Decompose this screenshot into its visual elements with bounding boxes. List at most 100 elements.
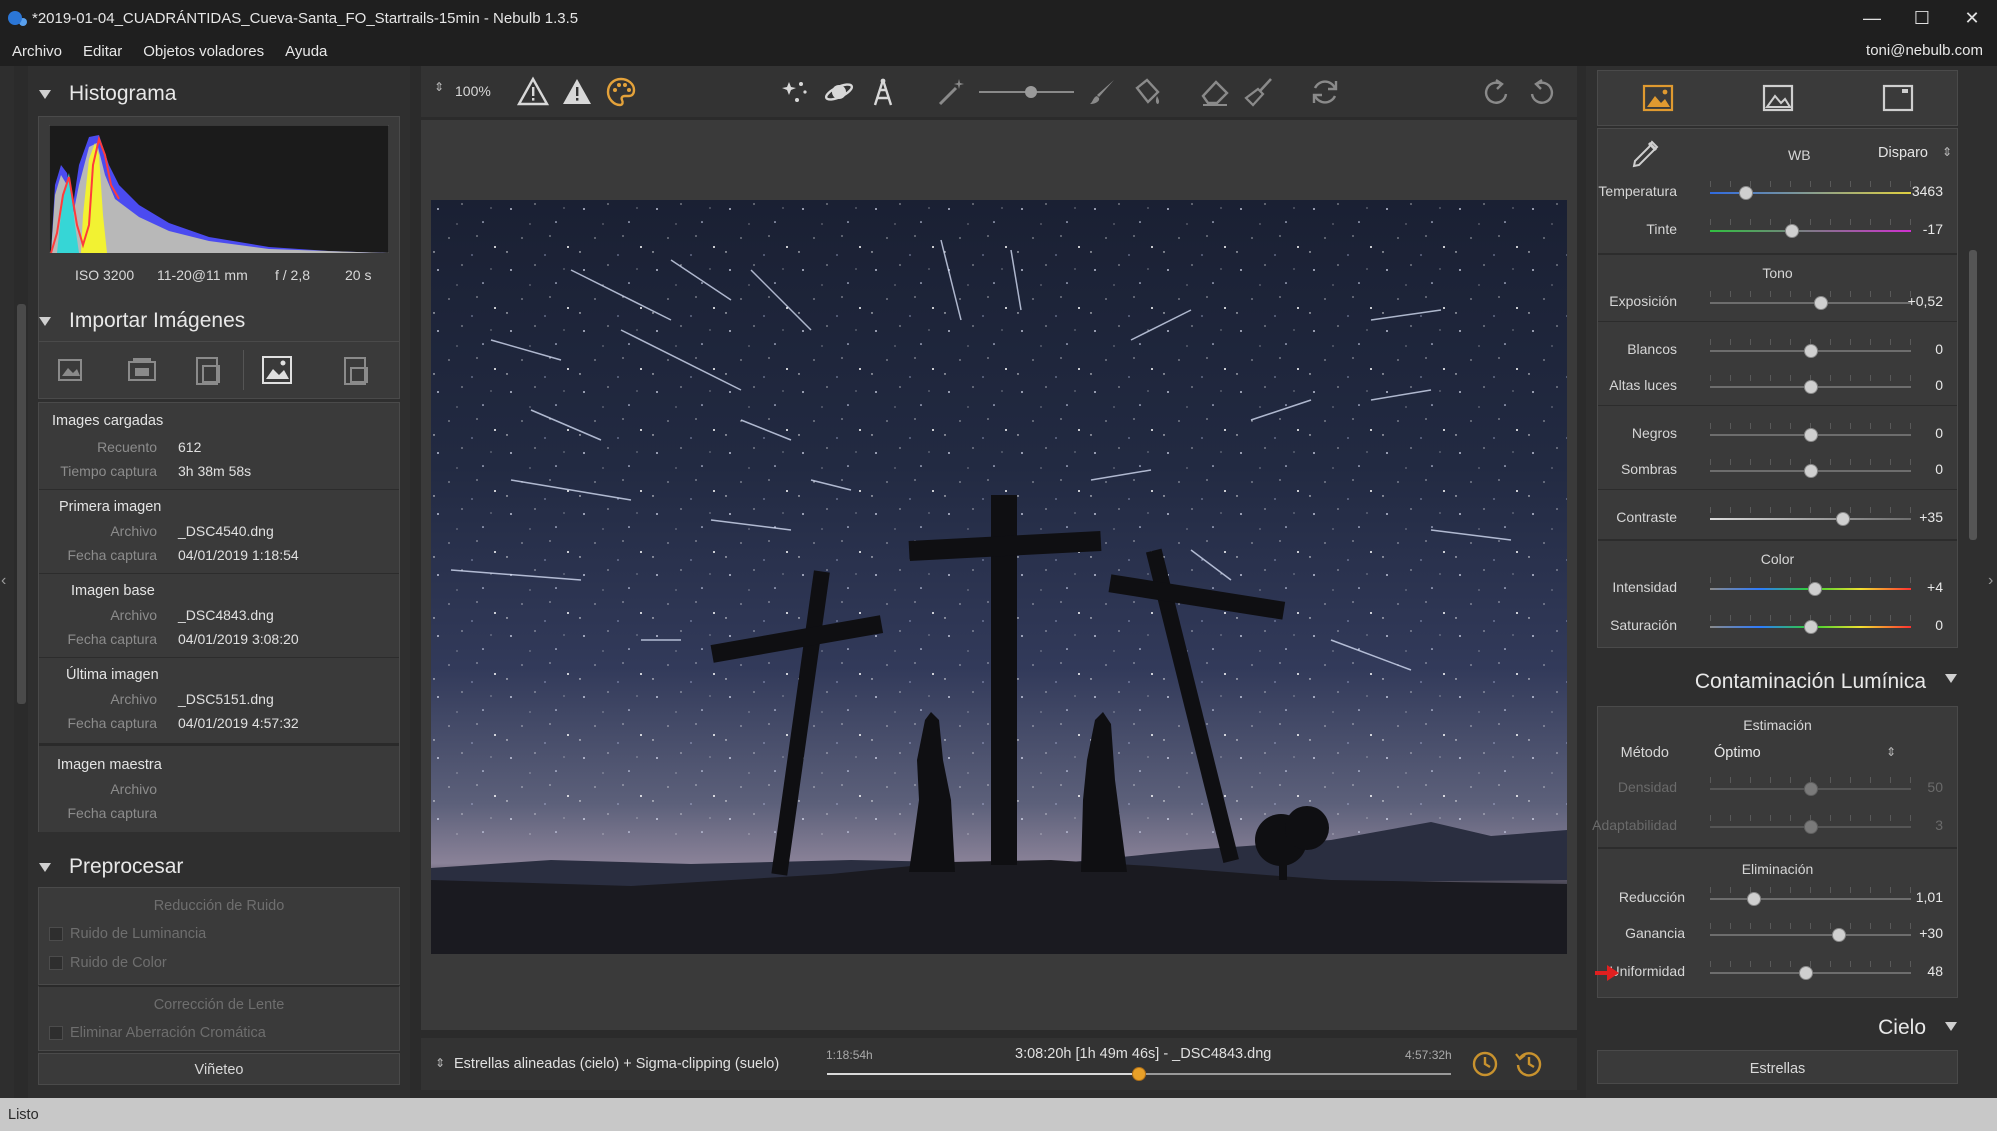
- gain-value[interactable]: +30: [1919, 925, 1943, 941]
- whites-value[interactable]: 0: [1935, 341, 1943, 357]
- wb-stepper-icon[interactable]: ⇕: [1942, 145, 1952, 159]
- saturation-value[interactable]: 0: [1935, 617, 1943, 633]
- menu-ayuda[interactable]: Ayuda: [273, 43, 336, 60]
- reduction-value[interactable]: 1,01: [1916, 889, 1943, 905]
- image-tab-icon[interactable]: [1762, 83, 1794, 113]
- develop-tab-icon[interactable]: [1642, 83, 1674, 113]
- sky-header[interactable]: Cielo: [1600, 1016, 1958, 1040]
- preprocess-header[interactable]: Preprocesar: [39, 855, 183, 879]
- checkbox-icon: [49, 1026, 63, 1041]
- uniformity-value[interactable]: 48: [1927, 963, 1943, 979]
- reduction-slider[interactable]: [1710, 898, 1911, 900]
- zoom-level[interactable]: 100%: [455, 83, 491, 99]
- blacks-knob[interactable]: [1803, 428, 1818, 442]
- import-master-icon[interactable]: [341, 356, 371, 386]
- user-account[interactable]: toni@nebulb.com: [1866, 42, 1983, 59]
- paint-bucket-icon[interactable]: [1131, 76, 1163, 108]
- reduction-knob[interactable]: [1747, 892, 1762, 906]
- right-scrollbar[interactable]: [1969, 250, 1977, 540]
- stars-section[interactable]: Estrellas: [1597, 1050, 1958, 1084]
- method-select[interactable]: Óptimo: [1714, 745, 1761, 761]
- luminance-noise-checkbox[interactable]: Ruido de Luminancia: [49, 926, 206, 942]
- clock-back-icon[interactable]: [1513, 1048, 1545, 1080]
- frame-tab-icon[interactable]: [1882, 83, 1914, 113]
- gain-knob[interactable]: [1831, 928, 1846, 942]
- eyedropper-icon[interactable]: [1630, 139, 1660, 169]
- timeline-knob[interactable]: [1132, 1067, 1146, 1081]
- reduction-slider-row: Reducción 1,01: [1618, 887, 1943, 906]
- highlights-value[interactable]: 0: [1935, 377, 1943, 393]
- temperature-knob[interactable]: [1739, 186, 1754, 200]
- import-header[interactable]: Importar Imágenes: [39, 309, 245, 333]
- import-folder-icon[interactable]: [127, 356, 157, 384]
- blacks-value[interactable]: 0: [1935, 425, 1943, 441]
- collapse-right-icon[interactable]: ›: [1988, 572, 1993, 590]
- brush-icon[interactable]: [1087, 76, 1119, 108]
- warning-outline-icon[interactable]: [517, 76, 549, 108]
- undo-icon[interactable]: [1525, 76, 1557, 108]
- collapse-triangle-icon[interactable]: [1945, 674, 1957, 683]
- minimize-button[interactable]: —: [1847, 0, 1897, 36]
- landscape-tower-icon[interactable]: [867, 76, 899, 108]
- density-knob[interactable]: [1803, 782, 1818, 796]
- redo-icon[interactable]: [1481, 76, 1513, 108]
- magic-wand-icon[interactable]: [935, 76, 967, 108]
- warning-filled-icon[interactable]: [561, 76, 593, 108]
- master-image-icon[interactable]: [261, 354, 293, 386]
- exposure-knob[interactable]: [1813, 296, 1828, 310]
- clock-forward-icon[interactable]: [1469, 1048, 1501, 1080]
- stars-icon[interactable]: [779, 76, 811, 108]
- left-scrollbar[interactable]: [17, 304, 26, 704]
- adaptability-value[interactable]: 3: [1935, 817, 1943, 833]
- menu-objetos-voladores[interactable]: Objetos voladores: [131, 43, 273, 60]
- mode-stepper-icon[interactable]: ⇕: [435, 1056, 445, 1070]
- tint-slider[interactable]: [1710, 230, 1911, 232]
- stacking-mode[interactable]: Estrellas alineadas (cielo) + Sigma-clip…: [454, 1056, 779, 1072]
- temperature-value[interactable]: 3463: [1912, 183, 1943, 199]
- vignette-section[interactable]: Viñeteo: [38, 1053, 400, 1085]
- contrast-value[interactable]: +35: [1919, 509, 1943, 525]
- exposure-value[interactable]: +0,52: [1908, 293, 1943, 309]
- exposure-slider[interactable]: [1710, 302, 1911, 304]
- timeline-fill: [827, 1073, 1139, 1075]
- menu-archivo[interactable]: Archivo: [0, 43, 71, 60]
- collapse-left-icon[interactable]: ‹: [1, 572, 6, 590]
- refresh-icon[interactable]: [1309, 76, 1341, 108]
- palette-icon[interactable]: [605, 76, 637, 108]
- method-stepper-icon[interactable]: ⇕: [1886, 745, 1896, 759]
- intensity-knob[interactable]: [1807, 582, 1822, 596]
- collapse-triangle-icon[interactable]: [1945, 1022, 1957, 1031]
- histogram-header[interactable]: Histograma: [39, 82, 176, 106]
- tint-value[interactable]: -17: [1923, 221, 1943, 237]
- wb-preset[interactable]: Disparo: [1878, 145, 1928, 161]
- menu-editar[interactable]: Editar: [71, 43, 131, 60]
- zoom-stepper-icon[interactable]: ⇕: [434, 80, 444, 94]
- maximize-button[interactable]: ☐: [1897, 0, 1947, 36]
- photo-preview[interactable]: [431, 200, 1567, 954]
- gain-slider[interactable]: [1710, 934, 1911, 936]
- contrast-knob[interactable]: [1835, 512, 1850, 526]
- planet-icon[interactable]: [823, 76, 855, 108]
- color-noise-checkbox[interactable]: Ruido de Color: [49, 955, 167, 971]
- eraser-icon[interactable]: [1199, 76, 1231, 108]
- brush-size-knob[interactable]: [1025, 86, 1037, 98]
- import-images-icon[interactable]: [57, 356, 85, 384]
- saturation-knob[interactable]: [1803, 620, 1818, 634]
- light-pollution-header[interactable]: Contaminación Lumínica: [1600, 670, 1958, 694]
- tint-knob[interactable]: [1785, 224, 1800, 238]
- uniformity-knob[interactable]: [1799, 966, 1814, 980]
- close-button[interactable]: ✕: [1947, 0, 1997, 36]
- shadows-value[interactable]: 0: [1935, 461, 1943, 477]
- density-value[interactable]: 50: [1927, 779, 1943, 795]
- whites-knob[interactable]: [1803, 344, 1818, 358]
- import-stack-icon[interactable]: [193, 356, 223, 386]
- shadows-slider-row: Sombras 0: [1620, 459, 1943, 478]
- intensity-value[interactable]: +4: [1927, 579, 1943, 595]
- contrast-slider[interactable]: [1710, 518, 1911, 520]
- adaptability-knob[interactable]: [1803, 820, 1818, 834]
- chromatic-aberration-checkbox[interactable]: Eliminar Aberración Cromática: [49, 1025, 266, 1041]
- saturation-slider-row: Saturación 0: [1610, 615, 1943, 634]
- highlights-knob[interactable]: [1803, 380, 1818, 394]
- shadows-knob[interactable]: [1803, 464, 1818, 478]
- broom-icon[interactable]: [1243, 76, 1275, 108]
